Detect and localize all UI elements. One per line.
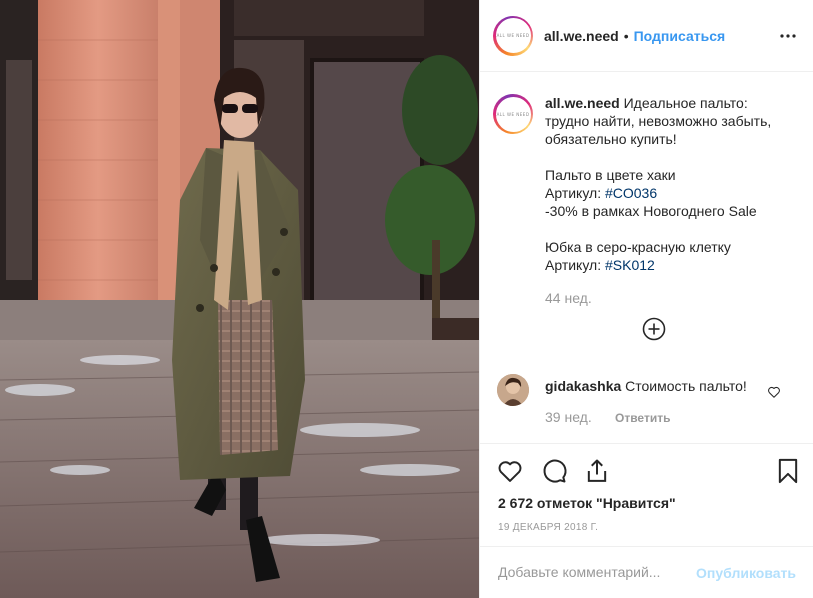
caption-line-1: all.we.need Идеальное пальто: трудно най… <box>545 94 795 148</box>
follow-button[interactable]: Подписаться <box>634 28 726 44</box>
like-icon[interactable] <box>496 457 524 485</box>
caption-line-3: Артикул: #CO036 <box>545 184 795 202</box>
post-photo-image <box>0 0 479 598</box>
comment-like-icon[interactable] <box>767 385 781 399</box>
avatar[interactable]: ALL WE NEED <box>493 15 533 56</box>
caption-blank-2 <box>545 220 795 238</box>
comment-username[interactable]: gidakashka <box>545 378 621 394</box>
bookmark-icon[interactable] <box>774 457 802 485</box>
share-glyph <box>587 459 607 482</box>
bookmark-glyph <box>778 458 798 484</box>
comment-text: gidakashka Стоимость пальто! <box>545 377 747 395</box>
caption-avatar-logo-text: ALL WE NEED <box>496 111 530 117</box>
caption-line-5: Юбка в серо-красную клетку <box>545 239 731 255</box>
post-caption: ALL WE NEED all.we.need Идеальное пальто… <box>493 94 803 274</box>
heart-glyph-small <box>768 386 780 398</box>
heart-glyph <box>498 461 522 482</box>
caption-line-4: -30% в рамках Новогоднего Sale <box>545 203 757 219</box>
avatar-image: ALL WE NEED <box>495 18 531 53</box>
post-photo[interactable] <box>0 0 479 598</box>
add-comment-section: Опубликовать <box>480 546 813 598</box>
load-more-comments-icon[interactable] <box>642 317 666 341</box>
caption-avatar-image: ALL WE NEED <box>495 96 531 132</box>
caption-line-3-prefix: Артикул: <box>545 185 605 201</box>
caption-username[interactable]: all.we.need <box>545 95 620 111</box>
post-date[interactable]: 19 декабря 2018 г. <box>498 522 598 533</box>
comment-input[interactable] <box>498 564 688 580</box>
speech-bubble-glyph <box>543 459 567 483</box>
hashtag-link-2[interactable]: #SK012 <box>605 257 655 273</box>
share-icon[interactable] <box>583 457 611 485</box>
caption-timestamp[interactable]: 44 нед. <box>545 290 592 306</box>
plus-circle-glyph <box>642 317 666 341</box>
comment-timestamp[interactable]: 39 нед. <box>545 409 592 425</box>
caption-blank <box>545 148 795 166</box>
header-username[interactable]: all.we.need <box>544 28 619 44</box>
more-options-icon[interactable] <box>780 26 796 42</box>
post-comment-button[interactable]: Опубликовать <box>696 565 796 581</box>
more-dots-glyph <box>780 34 796 38</box>
comments-section: ALL WE NEED all.we.need Идеальное пальто… <box>480 73 813 443</box>
caption-body: all.we.need Идеальное пальто: трудно най… <box>545 94 795 274</box>
avatar-logo-text: ALL WE NEED <box>496 33 530 38</box>
caption-avatar[interactable]: ALL WE NEED <box>493 94 533 134</box>
caption-line-6-prefix: Артикул: <box>545 257 605 273</box>
post-header: ALL WE NEED all.we.need • Подписаться <box>480 0 813 72</box>
header-separator: • <box>623 27 629 44</box>
likes-count[interactable]: 2 672 отметок "Нравится" <box>498 495 676 511</box>
hashtag-link[interactable]: #CO036 <box>605 185 657 201</box>
comment-icon[interactable] <box>540 457 568 485</box>
post-details-panel: ALL WE NEED all.we.need • Подписаться AL… <box>479 0 813 598</box>
instagram-post: ALL WE NEED all.we.need • Подписаться AL… <box>0 0 813 598</box>
comment-body: Стоимость пальто! <box>625 378 747 394</box>
comment-avatar[interactable] <box>497 374 529 406</box>
caption-line-6: Артикул: #SK012 <box>545 256 795 274</box>
post-actions: 2 672 отметок "Нравится" 19 декабря 2018… <box>480 443 813 546</box>
caption-line-2: Пальто в цвете хаки <box>545 167 676 183</box>
comment-avatar-image <box>497 374 529 406</box>
reply-button[interactable]: Ответить <box>615 411 670 425</box>
